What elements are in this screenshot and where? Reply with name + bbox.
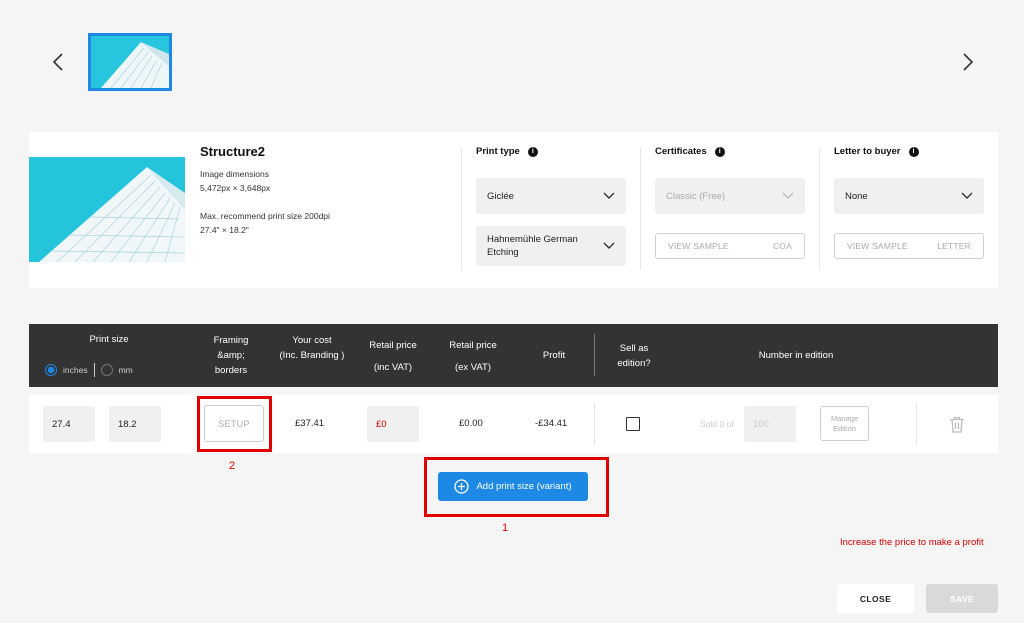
number-in-edition-header: Number in edition (758, 350, 834, 361)
trash-icon[interactable] (949, 416, 965, 438)
paper-value-line1: Hahnemühle German (487, 234, 578, 245)
certificates-select[interactable]: Classic (Free) (655, 178, 805, 214)
unit-divider (93, 363, 95, 377)
chevron-down-icon (603, 242, 615, 249)
letter-tag: LETTER (937, 241, 971, 251)
info-icon[interactable]: i (908, 146, 919, 157)
print-size-header: Print size (89, 334, 129, 345)
retail-ex-value: £0.00 (459, 418, 483, 429)
view-sample-letter-button[interactable]: VIEW SAMPLE LETTER (834, 233, 984, 259)
certificates-label: Certificates (655, 146, 707, 157)
your-cost-value: £37.41 (295, 418, 325, 429)
image-dimensions-label: Image dimensions (200, 169, 269, 179)
chevron-down-icon (782, 192, 794, 199)
chevron-down-icon (603, 192, 615, 199)
annotation-frame-2 (197, 396, 272, 452)
view-sample-coa-button[interactable]: VIEW SAMPLE COA (655, 233, 805, 259)
add-variant-button[interactable]: Add print size (variant) (438, 472, 588, 501)
row-divider (594, 403, 595, 445)
variant-row: 27.4 18.2 SETUP £37.41 £0 £0.00 -£34.41 … (29, 395, 998, 453)
height-input[interactable]: 18.2 (109, 406, 161, 442)
manage-edition-button[interactable]: Manage Edition (820, 406, 869, 441)
profit-header: Profit (542, 350, 566, 361)
sell-edition-header-line1: Sell as (619, 343, 649, 354)
divider (461, 148, 462, 270)
retail-inc-header: Retail price (inc VAT) (359, 335, 427, 379)
header-divider (594, 334, 595, 376)
print-type-select[interactable]: Giclée (476, 178, 626, 214)
retail-inc-header-line2: (inc VAT) (373, 362, 413, 373)
artwork-image (29, 157, 185, 262)
print-type-value: Giclée (487, 190, 514, 202)
framing-header-line2: &amp; (217, 350, 245, 361)
print-type-heading: Print type i (476, 146, 538, 157)
framing-header-line3: borders (214, 365, 248, 376)
row-divider (916, 403, 917, 445)
your-cost-header-line2: (Inc. Branding ) (279, 350, 345, 361)
paper-select[interactable]: Hahnemühle German Etching (476, 226, 626, 266)
view-sample-label: VIEW SAMPLE (847, 241, 908, 251)
inches-radio[interactable] (45, 364, 57, 376)
edition-size-input[interactable]: 100 (744, 406, 796, 442)
retail-inc-header-line1: Retail price (369, 340, 417, 351)
chevron-down-icon (961, 192, 973, 199)
paper-value-line2: Etching (487, 247, 519, 258)
letter-value: None (845, 190, 868, 202)
annotation-label-2: 2 (229, 460, 236, 472)
manage-edition-line2: Edition (833, 424, 856, 433)
divider (640, 148, 641, 270)
retail-ex-header-line2: (ex VAT) (454, 362, 492, 373)
close-button[interactable]: CLOSE (837, 584, 914, 613)
manage-edition-line1: Manage (830, 414, 859, 423)
mm-label: mm (118, 365, 133, 375)
sell-edition-header-line2: edition? (617, 358, 651, 369)
certificates-heading: Certificates i (655, 146, 725, 157)
framing-header-line1: Framing (213, 335, 249, 346)
paper-value: Hahnemühle German Etching (487, 233, 578, 259)
coa-tag: COA (772, 241, 792, 251)
retail-ex-header: Retail price (ex VAT) (439, 335, 507, 379)
mm-radio[interactable] (100, 364, 113, 376)
image-dimensions-value: 5,472px × 3,648px (200, 183, 271, 193)
your-cost-header: Your cost (Inc. Branding ) (271, 333, 353, 363)
letter-heading: Letter to buyer i (834, 146, 919, 157)
plus-circle-icon (454, 479, 470, 494)
artwork-info-card: Structure2 Image dimensions 5,472px × 3,… (29, 132, 998, 288)
unit-toggle: inches mm (45, 363, 133, 377)
letter-select[interactable]: None (834, 178, 984, 214)
sell-edition-checkbox[interactable] (626, 417, 640, 431)
recommend-size-label: Max. recommend print size 200dpi (200, 211, 330, 221)
sell-edition-header: Sell as edition? (609, 341, 659, 371)
framing-header: Framing &amp; borders (201, 333, 261, 378)
letter-label: Letter to buyer (834, 146, 901, 157)
certificates-value: Classic (Free) (666, 190, 726, 202)
retail-inc-input[interactable]: £0 (367, 406, 419, 442)
artwork-title: Structure2 (200, 144, 266, 159)
selected-thumbnail[interactable] (88, 33, 172, 91)
variants-table-header: Print size inches mm Framing &amp; borde… (29, 324, 998, 387)
add-variant-label: Add print size (variant) (476, 481, 572, 492)
retail-ex-header-line1: Retail price (449, 340, 497, 351)
profit-value: -£34.41 (535, 418, 568, 429)
profit-warning: Increase the price to make a profit (840, 537, 984, 548)
annotation-label-1: 1 (502, 522, 509, 534)
previous-arrow-icon[interactable] (46, 50, 70, 74)
info-icon[interactable]: i (714, 146, 725, 157)
your-cost-header-line1: Your cost (292, 335, 332, 346)
width-input[interactable]: 27.4 (43, 406, 95, 442)
recommend-size-value: 27.4" × 18.2" (200, 225, 249, 235)
info-icon[interactable]: i (527, 146, 538, 157)
print-type-label: Print type (476, 146, 520, 157)
next-arrow-icon[interactable] (956, 50, 980, 74)
inches-label: inches (63, 365, 88, 375)
save-button[interactable]: SAVE (926, 584, 998, 613)
divider (819, 148, 820, 270)
sold-label: Sold 0 of (700, 419, 734, 429)
view-sample-label: VIEW SAMPLE (668, 241, 729, 251)
